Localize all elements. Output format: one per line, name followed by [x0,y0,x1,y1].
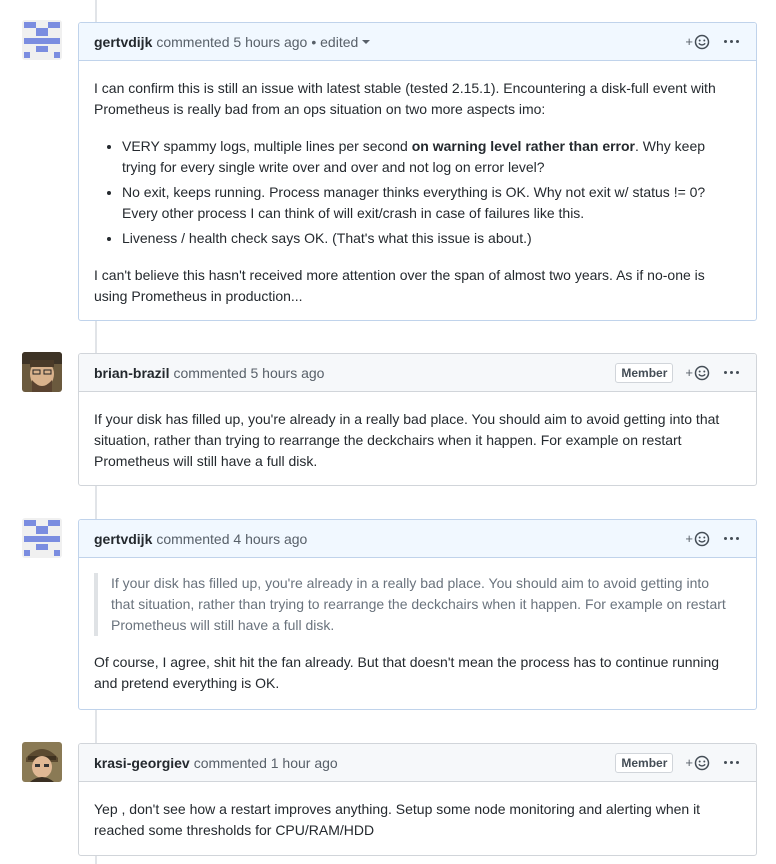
plus-label: + [685,531,693,546]
edited-label: • edited [311,33,359,50]
comment-author-link[interactable]: gertvdijk [94,34,152,50]
comment-paragraph: Yep , don't see how a restart improves a… [94,801,701,838]
comment-timestamp-link[interactable]: commented 4 hours ago [156,531,307,547]
comment-paragraph: If your disk has filled up, you're alrea… [94,411,720,469]
avatar-krasi-georgiev[interactable] [22,742,62,782]
comment-card: brian-brazil commented 5 hours ago Membe… [78,353,757,486]
comment-paragraph: I can confirm this is still an issue wit… [94,80,716,117]
list-item-text: VERY spammy logs, multiple lines per sec… [122,138,412,154]
comment-author-link[interactable]: gertvdijk [94,531,152,547]
kebab-horizontal-icon[interactable] [722,371,741,374]
comment-paragraph: I can't believe this hasn't received mor… [94,267,705,304]
comment-body: If your disk has filled up, you're alrea… [79,392,756,487]
plus-label: + [685,34,693,49]
comment-header: krasi-georgiev commented 1 hour ago Memb… [79,744,756,782]
avatar-brian-brazil[interactable] [22,352,62,392]
comment-header: gertvdijk commented 4 hours ago + [79,520,756,558]
comment-body: I can confirm this is still an issue wit… [79,61,756,322]
kebab-horizontal-icon[interactable] [722,537,741,540]
kebab-horizontal-icon[interactable] [722,40,741,43]
avatar-gertvdijk[interactable] [22,20,62,60]
comment-author-link[interactable]: krasi-georgiev [94,755,190,771]
add-reaction-button[interactable]: + [685,365,710,381]
comment-card: krasi-georgiev commented 1 hour ago Memb… [78,743,757,856]
identicon-avatar [22,518,62,558]
list-item-bold: on warning level rather than error [411,138,636,154]
comment-header: gertvdijk commented 5 hours ago • edited… [79,23,756,61]
member-badge: Member [615,362,674,383]
comment-body: If your disk has filled up, you're alrea… [79,558,756,709]
list-item: No exit, keeps running. Process manager … [122,182,741,224]
list-item: Liveness / health check says OK. (That's… [122,228,741,249]
comment-header: brian-brazil commented 5 hours ago Membe… [79,354,756,392]
quoted-reply: If your disk has filled up, you're alrea… [94,573,741,636]
smiley-icon [694,34,710,49]
avatar-gertvdijk[interactable] [22,518,62,558]
comment-author-link[interactable]: brian-brazil [94,365,169,381]
smiley-icon [694,531,710,546]
kebab-horizontal-icon[interactable] [722,761,741,764]
smiley-icon [694,755,710,770]
comment-paragraph: Of course, I agree, shit hit the fan alr… [94,654,720,691]
comment-timestamp-link[interactable]: commented 1 hour ago [194,755,338,771]
member-badge: Member [615,752,674,773]
user-photo-avatar [22,352,62,392]
comment-timestamp-link[interactable]: commented 5 hours ago [156,34,307,50]
chevron-down-icon [362,39,371,44]
smiley-icon [694,365,710,380]
add-reaction-button[interactable]: + [685,755,710,771]
comment-card: gertvdijk commented 4 hours ago + If you… [78,519,757,710]
plus-label: + [685,365,693,380]
comment-timestamp-link[interactable]: commented 5 hours ago [173,365,324,381]
add-reaction-button[interactable]: + [685,531,710,547]
comment-card: gertvdijk commented 5 hours ago • edited… [78,22,757,321]
add-reaction-button[interactable]: + [685,34,710,50]
comment-body: Yep , don't see how a restart improves a… [79,782,756,856]
comment-list: VERY spammy logs, multiple lines per sec… [94,136,741,249]
edited-dropdown[interactable]: • edited [311,33,371,50]
identicon-avatar [22,20,62,60]
user-photo-avatar [22,742,62,782]
list-item: VERY spammy logs, multiple lines per sec… [122,136,741,178]
plus-label: + [685,755,693,770]
